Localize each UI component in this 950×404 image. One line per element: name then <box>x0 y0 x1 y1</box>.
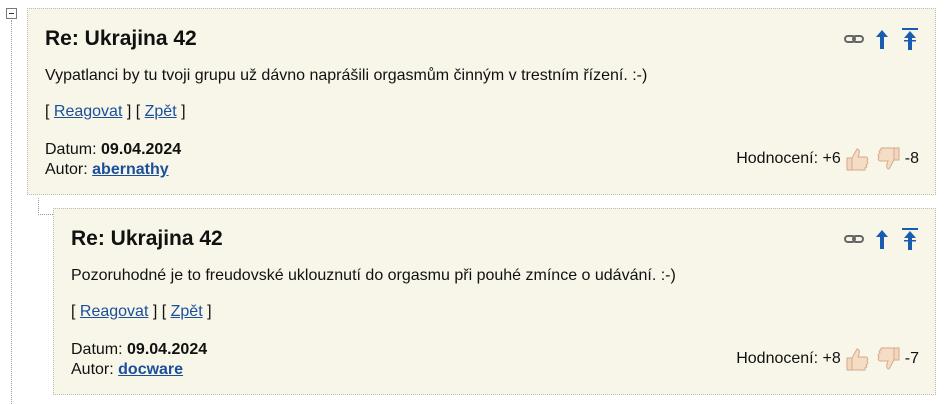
comment-meta: Datum: 09.04.2024 Autor: abernathy <box>45 140 181 180</box>
comment-body: Vypatlanci by tu tvoji grupu už dávno na… <box>45 67 648 84</box>
comment: Re: Ukrajina 42 Pozoruhodné je to freudo… <box>53 208 936 395</box>
comment-title: Re: Ukrajina 42 <box>71 227 223 250</box>
date-label: Datum: <box>71 341 123 358</box>
arrow-top-icon[interactable] <box>899 227 921 251</box>
rating: Hodnocení: +8 -7 <box>736 345 919 373</box>
rating-down-count: -8 <box>904 150 919 167</box>
comment-title: Re: Ukrajina 42 <box>45 27 197 50</box>
comment-body: Pozoruhodné je to freudovské uklouznutí … <box>71 267 676 284</box>
comment-links: [ Reagovat ] [ Zpět ] <box>71 303 212 320</box>
comment-meta: Datum: 09.04.2024 Autor: docware <box>71 340 207 380</box>
comment-links: [ Reagovat ] [ Zpět ] <box>45 103 186 120</box>
date-label: Datum: <box>45 141 97 158</box>
arrow-up-icon[interactable] <box>871 227 893 251</box>
author-link[interactable]: docware <box>118 361 183 378</box>
thumb-up-icon[interactable] <box>843 145 871 173</box>
comment-actions <box>843 227 921 251</box>
rating-down-count: -7 <box>904 350 919 367</box>
comment-date: 09.04.2024 <box>101 141 182 158</box>
tree-connector <box>38 198 53 215</box>
reply-link[interactable]: Reagovat <box>80 303 149 320</box>
reply-link[interactable]: Reagovat <box>54 103 123 120</box>
rating-label: Hodnocení: <box>736 150 819 167</box>
thumb-down-icon[interactable] <box>875 145 903 173</box>
back-link[interactable]: Zpět <box>145 103 177 120</box>
thumb-down-icon[interactable] <box>875 345 903 373</box>
arrow-top-icon[interactable] <box>899 27 921 51</box>
thumb-up-icon[interactable] <box>843 345 871 373</box>
tree-line <box>11 20 12 404</box>
rating-up-count: +6 <box>822 150 841 167</box>
comment: Re: Ukrajina 42 Vypatlanci by tu tvoji g… <box>27 8 936 195</box>
comment-date: 09.04.2024 <box>127 341 208 358</box>
link-icon[interactable] <box>843 27 865 51</box>
link-icon[interactable] <box>843 227 865 251</box>
author-label: Autor: <box>45 161 88 178</box>
author-label: Autor: <box>71 361 114 378</box>
arrow-up-icon[interactable] <box>871 27 893 51</box>
comment-actions <box>843 27 921 51</box>
collapse-icon[interactable] <box>6 8 17 19</box>
rating-up-count: +8 <box>822 350 841 367</box>
rating-label: Hodnocení: <box>736 350 819 367</box>
rating: Hodnocení: +6 -8 <box>736 145 919 173</box>
back-link[interactable]: Zpět <box>171 303 203 320</box>
author-link[interactable]: abernathy <box>92 161 168 178</box>
